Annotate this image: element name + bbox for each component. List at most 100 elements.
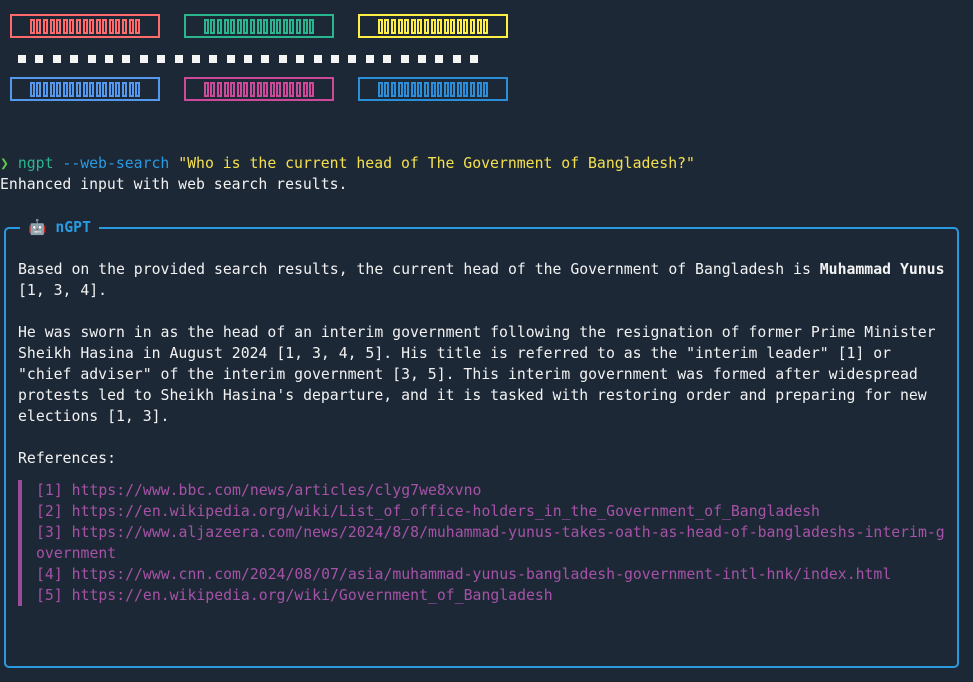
logo-glyph bbox=[108, 81, 114, 97]
reference-item[interactable]: [4] https://www.cnn.com/2024/08/07/asia/… bbox=[36, 564, 953, 585]
logo-dot bbox=[296, 55, 305, 63]
logo-box-blue bbox=[10, 77, 160, 101]
logo-dot bbox=[383, 55, 392, 63]
logo-box-cyan bbox=[358, 77, 508, 101]
logo-glyph bbox=[210, 81, 216, 97]
logo-dot bbox=[52, 55, 61, 63]
response-content: Based on the provided search results, th… bbox=[18, 259, 953, 606]
logo-glyph bbox=[456, 81, 462, 97]
logo-glyph bbox=[437, 81, 443, 97]
logo-glyph bbox=[56, 18, 62, 34]
logo-dot bbox=[244, 55, 253, 63]
reference-item[interactable]: [3] https://www.aljazeera.com/news/2024/… bbox=[36, 522, 953, 564]
p1-bold: Muhammad Yunus bbox=[819, 261, 945, 278]
logo-glyph bbox=[263, 18, 269, 34]
logo-glyph bbox=[417, 18, 423, 34]
logo-dot bbox=[87, 55, 96, 63]
logo-glyph bbox=[423, 81, 429, 97]
logo-glyph bbox=[476, 81, 482, 97]
logo-glyph bbox=[390, 81, 396, 97]
logo-glyph bbox=[390, 18, 396, 34]
logo-glyph bbox=[397, 81, 403, 97]
logo-box-yellow bbox=[358, 14, 508, 38]
logo-dot bbox=[35, 55, 44, 63]
logo-glyph bbox=[276, 81, 282, 97]
logo-glyph bbox=[89, 18, 95, 34]
logo-glyph bbox=[377, 18, 383, 34]
logo-glyph bbox=[230, 18, 236, 34]
robot-icon: 🤖 bbox=[28, 219, 47, 236]
logo-glyph bbox=[430, 18, 436, 34]
logo-glyph bbox=[128, 81, 134, 97]
logo-glyph bbox=[289, 81, 295, 97]
logo-glyph bbox=[423, 18, 429, 34]
logo-glyph bbox=[42, 18, 48, 34]
reference-item[interactable]: [1] https://www.bbc.com/news/articles/cl… bbox=[36, 480, 953, 501]
logo-dot bbox=[435, 55, 444, 63]
logo-glyph bbox=[377, 81, 383, 97]
logo-glyph bbox=[309, 18, 315, 34]
logo-glyph bbox=[410, 81, 416, 97]
logo-glyph bbox=[75, 81, 81, 97]
logo-glyph bbox=[256, 81, 262, 97]
logo-dot bbox=[209, 55, 218, 63]
logo-glyph bbox=[450, 18, 456, 34]
prompt-chevron-icon: ❯ bbox=[0, 155, 9, 172]
logo-dot bbox=[139, 55, 148, 63]
logo-glyph bbox=[95, 18, 101, 34]
panel-title-text: nGPT bbox=[55, 219, 91, 236]
logo-glyph bbox=[296, 18, 302, 34]
logo-dot bbox=[122, 55, 131, 63]
logo-dot bbox=[261, 55, 270, 63]
command-flag: --web-search bbox=[62, 155, 170, 172]
logo-glyph bbox=[289, 18, 295, 34]
command-name: ngpt bbox=[17, 155, 54, 172]
logo-glyph bbox=[443, 18, 449, 34]
logo-dot bbox=[278, 55, 287, 63]
logo-glyph bbox=[282, 81, 288, 97]
logo-glyph bbox=[75, 18, 81, 34]
logo-box-pink bbox=[184, 77, 334, 101]
logo-dot bbox=[191, 55, 200, 63]
logo-dot bbox=[18, 55, 26, 63]
reference-item[interactable]: [5] https://en.wikipedia.org/wiki/Govern… bbox=[36, 585, 953, 606]
paragraph-2: He was sworn in as the head of an interi… bbox=[18, 324, 936, 425]
logo-glyph bbox=[470, 18, 476, 34]
p1-after: [1, 3, 4]. bbox=[18, 282, 108, 299]
logo-glyph bbox=[483, 81, 489, 97]
logo-glyph bbox=[29, 81, 35, 97]
logo-glyph bbox=[216, 18, 222, 34]
logo-glyph bbox=[470, 81, 476, 97]
logo-glyph bbox=[243, 81, 249, 97]
response-panel: 🤖 nGPT Based on the provided search resu… bbox=[4, 217, 959, 668]
logo-glyph bbox=[102, 81, 108, 97]
logo-glyph bbox=[463, 18, 469, 34]
logo-dots bbox=[18, 55, 479, 63]
references-heading: References: bbox=[18, 450, 116, 467]
logo-dot bbox=[452, 55, 461, 63]
logo-glyph bbox=[89, 81, 95, 97]
logo-glyph bbox=[115, 18, 121, 34]
logo-glyph bbox=[404, 18, 410, 34]
logo-glyph bbox=[69, 18, 75, 34]
logo-glyph bbox=[122, 81, 128, 97]
logo-glyph bbox=[476, 18, 482, 34]
logo-glyph bbox=[410, 18, 416, 34]
logo-glyph bbox=[269, 81, 275, 97]
status-text: Enhanced input with web search results. bbox=[0, 176, 348, 193]
logo-glyph bbox=[216, 81, 222, 97]
logo-glyph bbox=[82, 18, 88, 34]
logo-glyph bbox=[276, 18, 282, 34]
logo-box-red bbox=[10, 14, 160, 38]
reference-item[interactable]: [2] https://en.wikipedia.org/wiki/List_o… bbox=[36, 501, 953, 522]
logo-glyph bbox=[82, 81, 88, 97]
logo-glyph bbox=[236, 18, 242, 34]
logo-glyph bbox=[263, 81, 269, 97]
logo-dot bbox=[348, 55, 357, 63]
logo-dot bbox=[400, 55, 409, 63]
logo-glyph bbox=[203, 81, 209, 97]
logo-glyph bbox=[236, 81, 242, 97]
command-line: ❯ ngpt --web-search "Who is the current … bbox=[0, 153, 695, 174]
logo-glyph bbox=[483, 18, 489, 34]
logo-glyph bbox=[302, 81, 308, 97]
